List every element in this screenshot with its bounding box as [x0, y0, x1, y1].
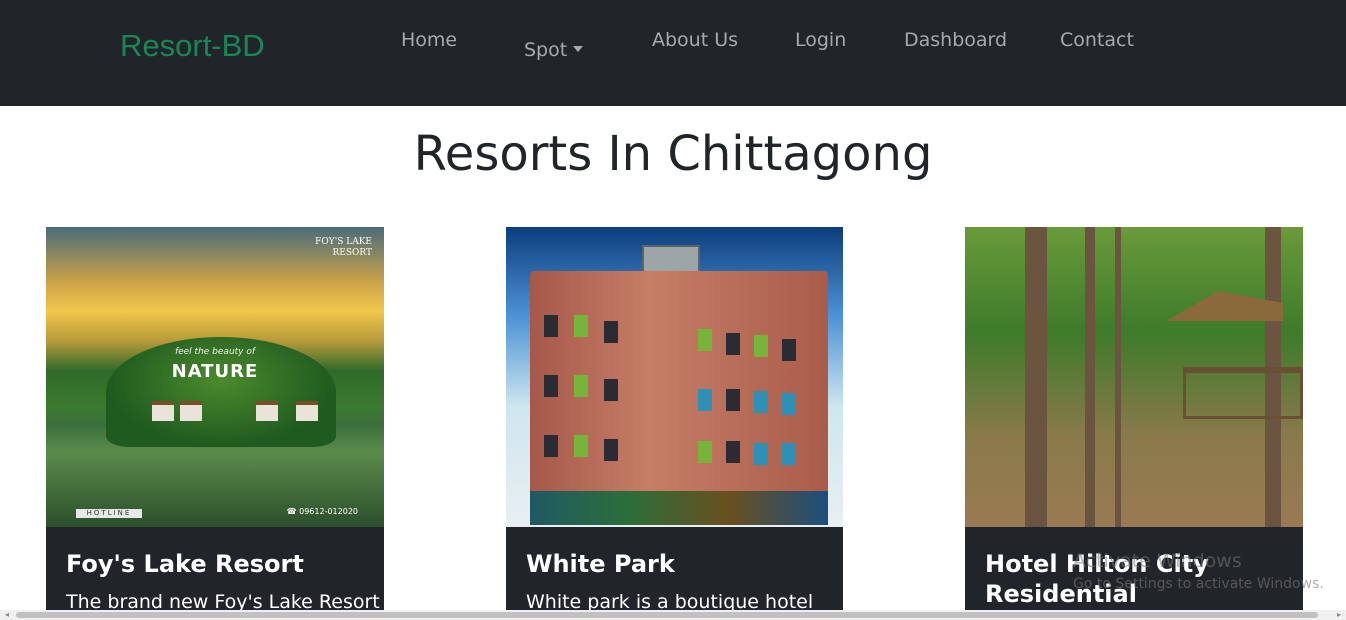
brand-logo[interactable]: Resort-BD — [120, 28, 265, 64]
page-title: Resorts In Chittagong — [413, 126, 933, 182]
scroll-left-arrow-icon[interactable]: ◂ — [2, 610, 12, 620]
foys-lake-resort-image: FOY'S LAKE RESORT feel the beauty of NAT… — [46, 227, 384, 527]
cottage-graphic — [180, 401, 202, 421]
horizontal-scrollbar[interactable]: ◂ ▸ — [0, 610, 1346, 620]
wooden-deck-graphic — [1183, 367, 1303, 419]
image-headline: NATURE — [171, 361, 259, 382]
resort-card-foys-lake[interactable]: FOY'S LAKE RESORT feel the beauty of NAT… — [46, 227, 384, 617]
card-title[interactable]: Hotel Hilton City Residential — [985, 549, 1285, 609]
image-tagline: feel the beauty of — [174, 347, 256, 357]
nav-about-us[interactable]: About Us — [652, 29, 738, 51]
hotel-hilton-city-image — [965, 227, 1303, 527]
navbar: Resort-BD Home Spot About Us Login Dashb… — [0, 0, 1346, 106]
card-title[interactable]: Foy's Lake Resort — [66, 549, 366, 579]
nav-spot-label: Spot — [524, 39, 568, 61]
cottage-graphic — [152, 401, 174, 421]
cottage-graphic — [296, 401, 318, 421]
scroll-right-arrow-icon[interactable]: ▸ — [1334, 610, 1344, 620]
nav-contact[interactable]: Contact — [1060, 29, 1134, 51]
resort-logo: FOY'S LAKE RESORT — [315, 237, 372, 258]
resort-card-hotel-hilton-city[interactable]: Hotel Hilton City Residential — [965, 227, 1303, 617]
nav-dashboard[interactable]: Dashboard — [904, 29, 1007, 51]
resort-card-white-park[interactable]: White Park White park is a boutique hote… — [506, 227, 843, 617]
hotline-label: HOTLINE — [76, 509, 142, 518]
shopfront-graphic — [530, 491, 828, 525]
cottage-graphic — [256, 401, 278, 421]
hut-roof-graphic — [1166, 291, 1283, 321]
caret-down-icon — [573, 46, 584, 52]
nav-spot-dropdown[interactable]: Spot — [524, 39, 584, 61]
white-park-image — [506, 227, 843, 527]
nav-home[interactable]: Home — [401, 29, 457, 51]
building-graphic — [530, 271, 828, 525]
card-title[interactable]: White Park — [526, 549, 826, 579]
phone-number: ☎ 09612-012020 — [286, 507, 358, 516]
scrollbar-thumb[interactable] — [16, 612, 1318, 618]
nav-login[interactable]: Login — [795, 29, 846, 51]
